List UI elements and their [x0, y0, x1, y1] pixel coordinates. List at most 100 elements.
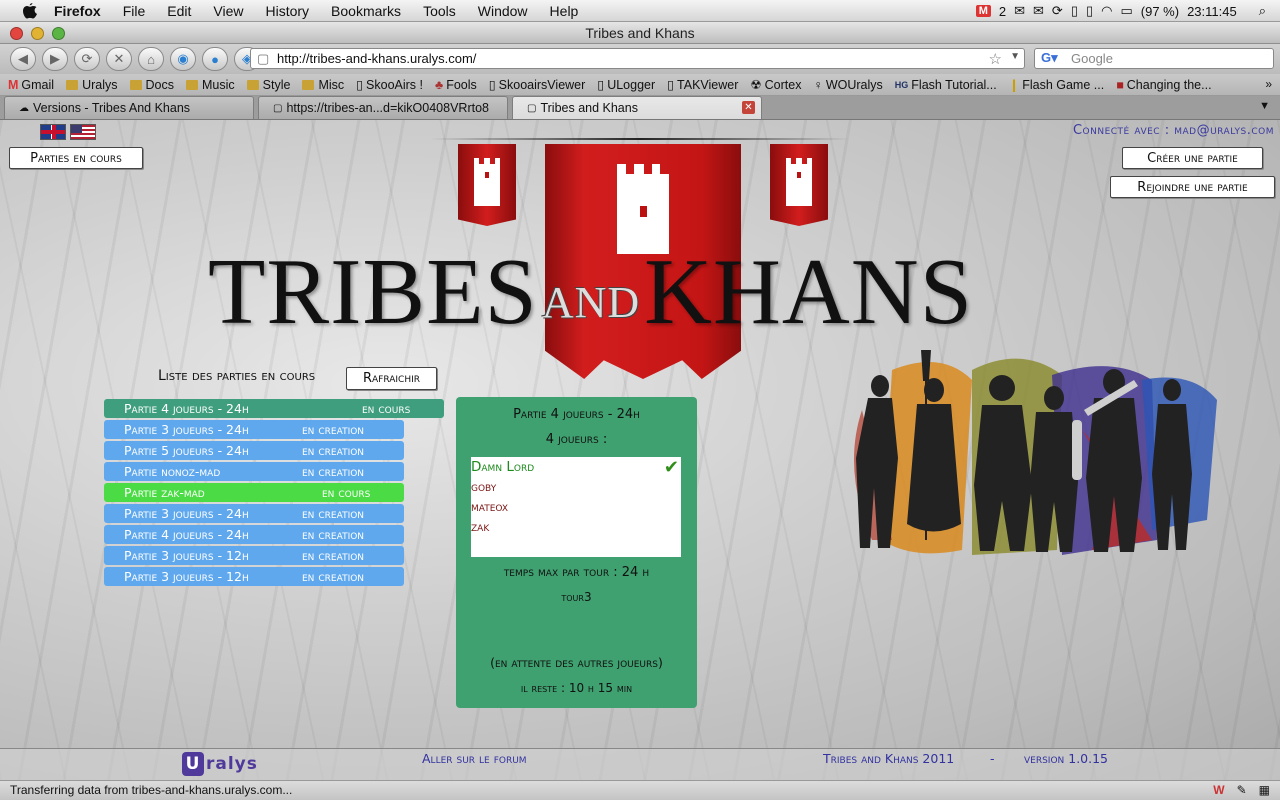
addon-icon[interactable]: ◉ — [170, 47, 196, 71]
bookmarks-overflow-icon[interactable]: » — [1265, 77, 1272, 91]
uralys-logo-icon: U — [182, 752, 204, 776]
game-row[interactable]: Partie 3 joueurs - 12h en creation — [104, 567, 404, 586]
game-row[interactable]: Partie 4 joueurs - 24h en cours — [104, 399, 444, 418]
google-icon[interactable]: G▾ — [1041, 50, 1058, 66]
reload-button[interactable]: ⟳ — [74, 47, 100, 71]
minimize-window-button[interactable] — [31, 27, 44, 40]
apple-icon[interactable] — [20, 2, 40, 19]
bookmark-item[interactable]: ▯ SkooairsViewer — [489, 77, 586, 93]
decorative-line — [430, 138, 850, 140]
tab-list-icon[interactable]: ▼ — [1259, 100, 1270, 112]
connected-user[interactable]: Connecté avec : mad@uralys.com — [1073, 123, 1274, 138]
firefox-icon[interactable]: ● — [202, 47, 228, 71]
menu-edit[interactable]: Edit — [167, 3, 191, 19]
menu-bookmarks[interactable]: Bookmarks — [331, 3, 401, 19]
search-bar[interactable]: G▾ Google — [1034, 48, 1274, 69]
game-row[interactable]: Partie zak-mad en cours — [104, 483, 404, 502]
menu-window[interactable]: Window — [478, 3, 528, 19]
battery-level: (97 %) — [1140, 3, 1180, 19]
bookmark-item[interactable]: ■ Changing the... — [1116, 78, 1211, 92]
bookmark-item[interactable]: M Gmail — [8, 78, 54, 92]
tab-label: Tribes and Khans — [540, 101, 638, 115]
bookmark-item[interactable]: HG Flash Tutorial... — [895, 78, 997, 92]
game-row[interactable]: Partie 3 joueurs - 24h en creation — [104, 420, 404, 439]
home-button[interactable]: ⌂ — [138, 47, 164, 71]
url-bar[interactable]: ▢ http://tribes-and-khans.uralys.com/ ☆ … — [250, 48, 1025, 69]
version-text: version 1.0.15 — [1024, 751, 1109, 766]
characters-illustration — [854, 350, 1217, 555]
game-row[interactable]: Partie nonoz-mad en creation — [104, 462, 404, 481]
fools-icon: ♣ — [435, 77, 444, 92]
menu-app[interactable]: Firefox — [54, 3, 101, 19]
menu-help[interactable]: Help — [550, 3, 579, 19]
gmail-icon[interactable]: M — [975, 5, 991, 17]
bookmark-item[interactable]: ▯ TAKViewer — [667, 77, 738, 93]
menubar-status-area: M 2 ✉ ✉ ⟳ ▯ ▯ ◠ ▭ (97 %) 23:11:45 ⌕ — [975, 0, 1280, 22]
language-flags — [40, 124, 96, 140]
page-content: Connecté avec : mad@uralys.com Parties e… — [0, 120, 1280, 780]
bookmark-item[interactable]: ♣ Fools — [435, 78, 477, 92]
details-title: Partie 4 joueurs - 24h — [513, 407, 640, 422]
tab-label: Versions - Tribes And Khans — [33, 101, 191, 115]
page-icon: ▯ — [356, 78, 364, 92]
phone-icon[interactable]: ▯ — [1071, 3, 1078, 19]
bookmark-item[interactable]: ▯ SkooAirs ! — [356, 77, 423, 93]
extension-icon-2[interactable]: ▦ — [1259, 781, 1270, 800]
tab-versions[interactable]: ☁ Versions - Tribes And Khans — [4, 96, 254, 119]
extension-icon[interactable]: ✎ — [1237, 781, 1247, 800]
zoom-window-button[interactable] — [52, 27, 65, 40]
bookmark-item[interactable]: Docs — [129, 78, 174, 92]
mail-icon[interactable]: ✉ — [1014, 3, 1025, 19]
bookmark-item[interactable]: ☢ Cortex — [750, 77, 801, 93]
bookmark-item[interactable]: Misc — [302, 78, 344, 92]
forward-button[interactable]: ▶ — [42, 47, 68, 71]
spotlight-search-icon[interactable]: ⌕ — [1259, 3, 1266, 19]
game-row[interactable]: Partie 3 joueurs - 24h en creation — [104, 504, 404, 523]
addon-w-icon[interactable]: W — [1213, 781, 1224, 800]
url-text[interactable]: http://tribes-and-khans.uralys.com/ — [277, 51, 476, 66]
phone-icon-2[interactable]: ▯ — [1086, 3, 1093, 19]
details-waiting: (en attente des autres joueurs) — [490, 655, 663, 670]
gmail-icon: M — [8, 77, 19, 92]
forum-link[interactable]: Aller sur le forum — [422, 751, 527, 766]
folder-icon — [129, 79, 142, 90]
game-row[interactable]: Partie 5 joueurs - 24h en creation — [104, 441, 404, 460]
sync-icon[interactable]: ⟳ — [1052, 3, 1063, 19]
tower-icon-left — [474, 158, 500, 206]
current-games-button[interactable]: Parties en cours — [9, 147, 143, 169]
tab-tribes-and-khans[interactable]: ▢ Tribes and Khans ✕ — [512, 96, 762, 119]
players-list: Damn Lord goby mateox zak ✔ — [471, 457, 681, 557]
menu-tools[interactable]: Tools — [423, 3, 456, 19]
close-tab-icon[interactable]: ✕ — [742, 101, 755, 114]
url-dropdown-icon[interactable]: ▼ — [1010, 51, 1020, 62]
join-game-button[interactable]: Rejoindre une partie — [1110, 176, 1275, 198]
us-flag-icon[interactable] — [70, 124, 96, 140]
game-row[interactable]: Partie 4 joueurs - 24h en creation — [104, 525, 404, 544]
mail-icon-2[interactable]: ✉ — [1033, 3, 1044, 19]
tab-auth[interactable]: ▢ https://tribes-an...d=kikO0408VRrto8 — [258, 96, 508, 119]
game-row[interactable]: Partie 3 joueurs - 12h en creation — [104, 546, 404, 565]
close-window-button[interactable] — [10, 27, 23, 40]
tab-bar: ☁ Versions - Tribes And Khans ▢ https://… — [0, 96, 1280, 120]
tab-favicon: ☁ — [19, 102, 29, 114]
clock[interactable]: 23:11:45 — [1187, 4, 1237, 19]
wifi-icon[interactable]: ◠ — [1101, 3, 1112, 19]
uralys-logo[interactable]: U ralys — [182, 752, 258, 776]
uk-flag-icon[interactable] — [40, 124, 66, 140]
menu-file[interactable]: File — [123, 3, 146, 19]
stop-button[interactable]: ✕ — [106, 47, 132, 71]
menu-view[interactable]: View — [213, 3, 243, 19]
logo-word-right: KHANS — [644, 240, 973, 344]
bookmark-item[interactable]: ♀ WOUralys — [813, 78, 882, 92]
bookmark-item[interactable]: Style — [246, 78, 290, 92]
back-button[interactable]: ◀ — [10, 47, 36, 71]
refresh-button[interactable]: Rafraichir — [346, 367, 437, 390]
battery-icon[interactable]: ▭ — [1120, 3, 1132, 19]
create-game-button[interactable]: Créer une partie — [1122, 147, 1263, 169]
menu-history[interactable]: History — [265, 3, 309, 19]
bookmark-item[interactable]: ❙ Flash Game ... — [1009, 77, 1104, 93]
bookmark-item[interactable]: ▯ ULogger — [597, 77, 655, 93]
bookmark-item[interactable]: Music — [185, 78, 235, 92]
bookmark-item[interactable]: Uralys — [66, 78, 118, 92]
bookmark-star-icon[interactable]: ☆ — [989, 50, 1002, 68]
